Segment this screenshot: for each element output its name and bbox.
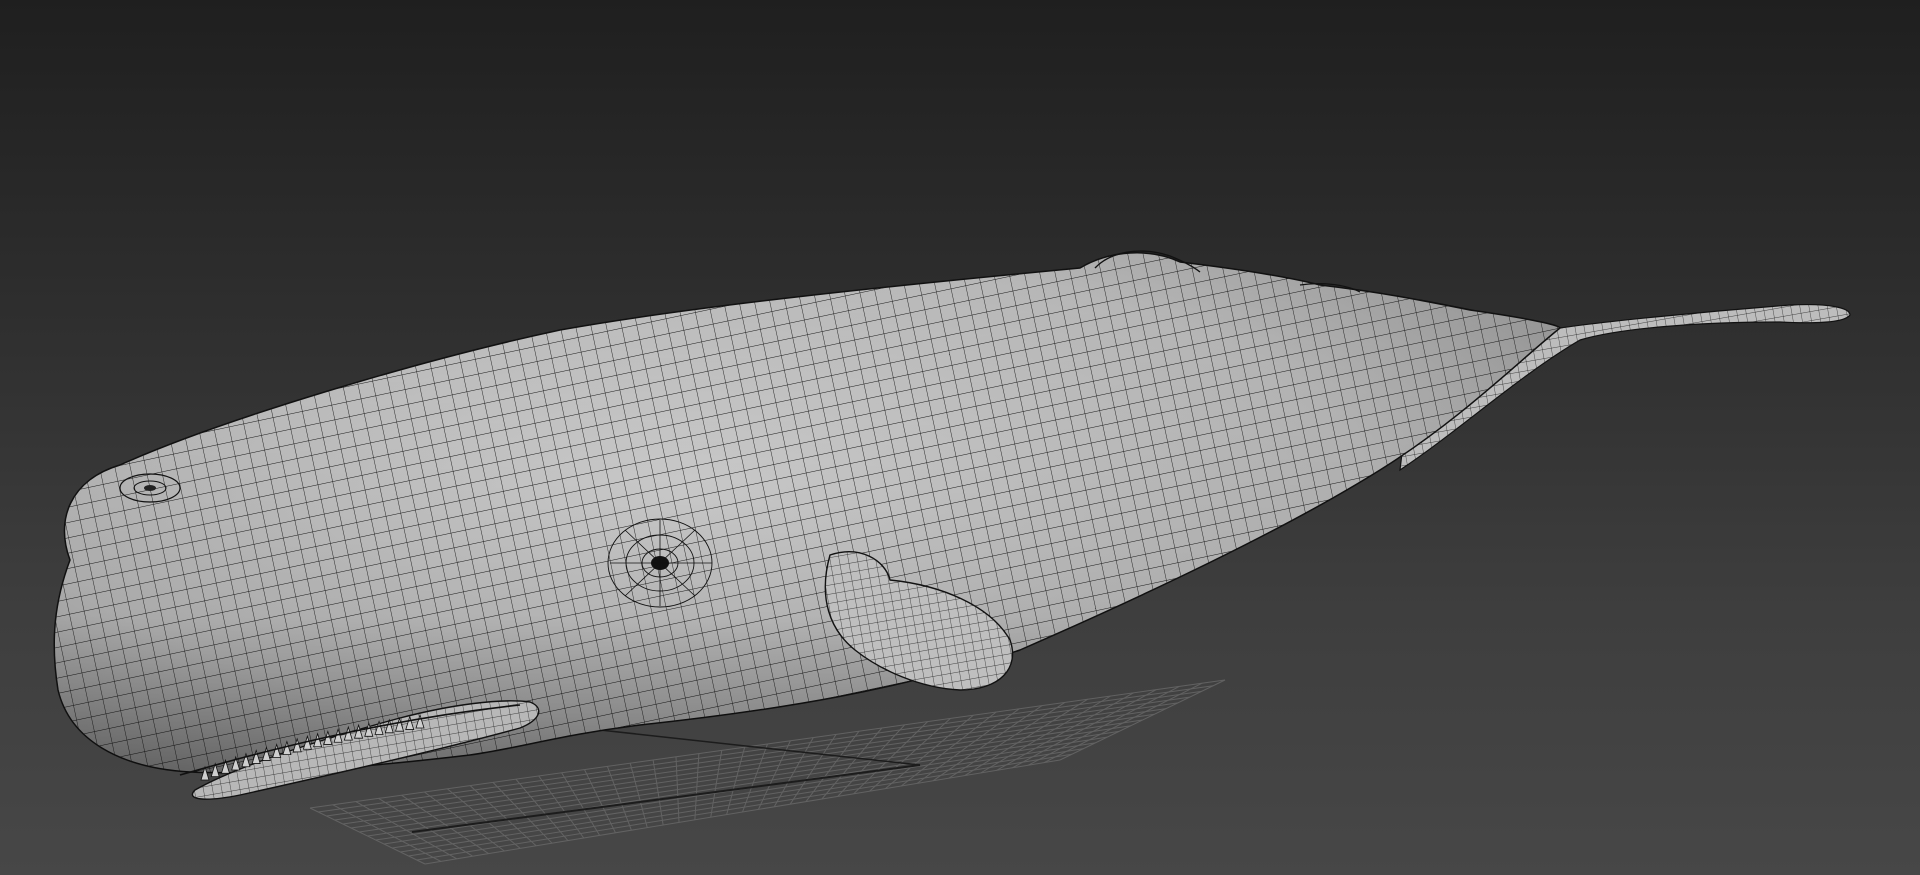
grid-line (948, 701, 1066, 779)
grid-line (742, 743, 768, 813)
perspective-viewport[interactable] (0, 0, 1920, 875)
grid-line (606, 766, 632, 831)
grid-line (996, 692, 1134, 771)
grid-line (757, 740, 791, 810)
grid-line (837, 724, 906, 797)
grid-line (629, 763, 648, 828)
grid-line (515, 778, 569, 841)
grid-line (932, 705, 1043, 782)
grid-line (773, 737, 814, 808)
grid-line (492, 782, 553, 844)
grid-axis-x (411, 764, 921, 833)
viewport-canvas[interactable] (0, 0, 1920, 875)
whale-mesh[interactable] (53, 250, 1851, 800)
grid-line (652, 759, 664, 826)
grid-line (584, 769, 616, 834)
grid-line (332, 804, 442, 862)
